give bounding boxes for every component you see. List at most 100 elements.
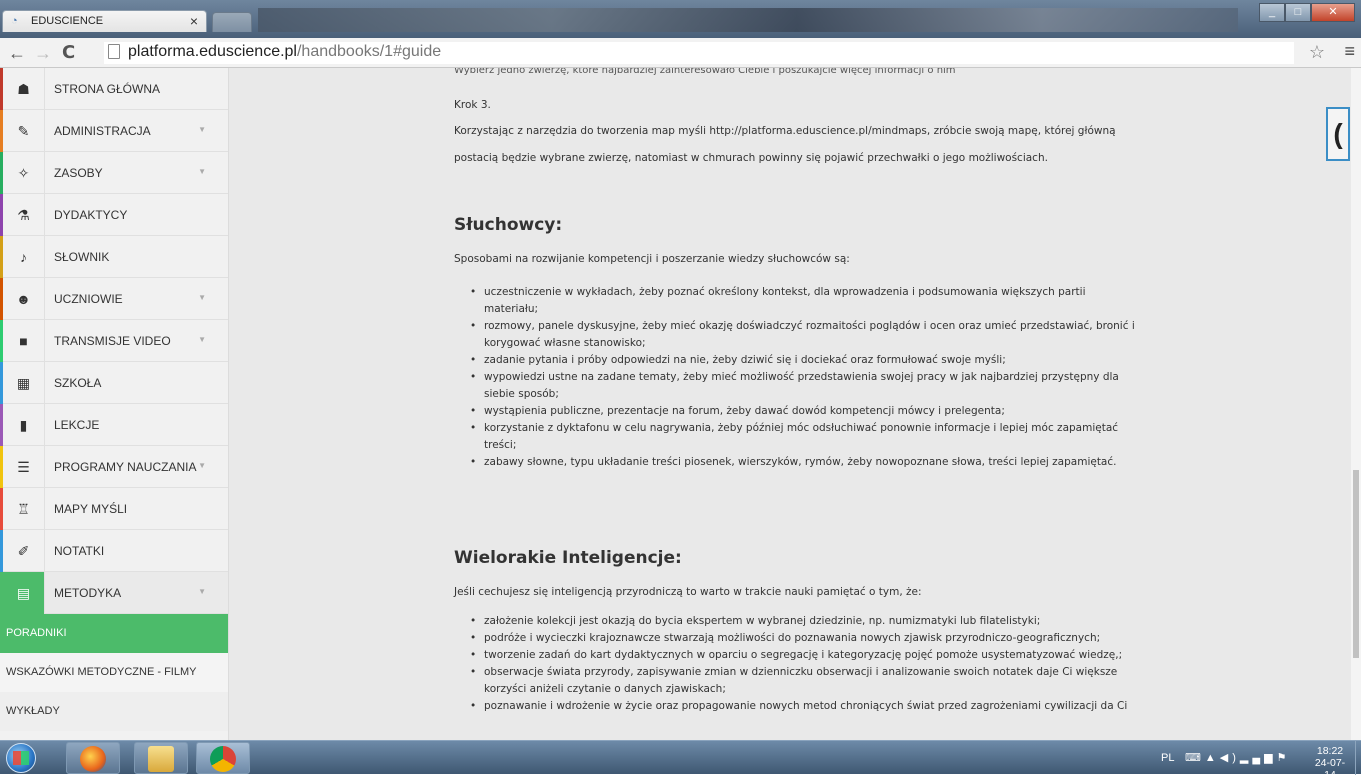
phone-call-icon[interactable]: ( xyxy=(1326,107,1350,161)
sidebar-item-label: ZASOBY xyxy=(54,166,103,180)
bookmark-star-icon[interactable]: ☆ xyxy=(1309,42,1325,63)
sidebar-item-zasoby[interactable]: ✧ ZASOBY ▼ xyxy=(0,152,228,194)
book-open-icon: ▤ xyxy=(3,572,45,614)
sidebar-item-słownik[interactable]: ♪ SŁOWNIK xyxy=(0,236,228,278)
scrollbar-thumb[interactable] xyxy=(1353,470,1359,658)
windows-logo-icon xyxy=(13,751,29,765)
heading-sluchowcy: Słuchowcy: xyxy=(454,215,563,235)
window-controls: _ □ ✕ xyxy=(1259,3,1355,22)
back-button[interactable]: ← xyxy=(8,43,26,63)
list-sluchowcy: uczestniczenie w wykładach, żeby poznać … xyxy=(468,284,1135,471)
tab-title: EDUSCIENCE xyxy=(31,15,104,27)
clock[interactable]: 18:22 24-07-14 xyxy=(1309,745,1351,781)
page-icon xyxy=(108,44,120,59)
list-item: korzyści aniżeli czytanie o danych zjawi… xyxy=(484,683,726,695)
url-path: /handbooks/1#guide xyxy=(296,43,442,60)
sidebar-item-mapy-myśli[interactable]: ♖ MAPY MYŚLI xyxy=(0,488,228,530)
reload-button[interactable]: C xyxy=(62,43,75,63)
submenu-item[interactable]: WSKAZÓWKI METODYCZNE - FILMY xyxy=(0,653,228,692)
list-item: tworzenie zadań do kart dydaktycznych w … xyxy=(468,647,1127,664)
minimize-button[interactable]: _ xyxy=(1259,3,1285,22)
chevron-down-icon: ▼ xyxy=(198,335,206,344)
submenu-item[interactable]: PORADNIKI xyxy=(0,614,228,653)
sidebar-submenu: PORADNIKI WSKAZÓWKI METODYCZNE - FILMY WYK… xyxy=(0,614,228,731)
sidebar-item-szkoła[interactable]: ▦ SZKOŁA xyxy=(0,362,228,404)
show-desktop-button[interactable] xyxy=(1355,741,1361,775)
start-button[interactable] xyxy=(6,743,36,773)
browser-tab[interactable]: ◔ EDUSCIENCE × xyxy=(2,10,207,32)
sidebar-item-transmisje-video[interactable]: ■ TRANSMISJE VIDEO ▼ xyxy=(0,320,228,362)
list-inteligencje: założenie kolekcji jest okazją do bycia … xyxy=(468,613,1127,715)
sidebar-item-label: NOTATKI xyxy=(54,544,105,558)
sidebar-item-label: SŁOWNIK xyxy=(54,250,110,264)
sitemap-icon: ♖ xyxy=(3,488,45,530)
tab-close-button[interactable]: × xyxy=(190,13,198,29)
users-icon: ☻ xyxy=(3,278,45,320)
sidebar-item-label: SZKOŁA xyxy=(54,376,102,390)
magic-wand-icon: ✧ xyxy=(3,152,45,194)
list-item: wystąpienia publiczne, prezentacje na fo… xyxy=(468,403,1135,420)
submenu-item[interactable]: WYKŁADY xyxy=(0,692,228,731)
page-scrollbar[interactable] xyxy=(1351,68,1361,740)
list-item: rozmowy, panele dyskusyjne, żeby mieć ok… xyxy=(468,318,1135,335)
taskbar: PL ⌨▲◀)▂▄▆⚑ 18:22 24-07-14 xyxy=(0,740,1361,781)
home-icon: ☗ xyxy=(3,68,45,110)
chrome-taskbar-button[interactable] xyxy=(196,742,250,774)
sidebar-item-metodyka[interactable]: ▤ METODYKA ▼ xyxy=(0,572,228,614)
list-item: obserwacje świata przyrody, zapisywanie … xyxy=(468,664,1127,681)
close-window-button[interactable]: ✕ xyxy=(1311,3,1355,22)
maximize-button[interactable]: □ xyxy=(1285,3,1311,22)
list-item: materiału; xyxy=(484,303,539,315)
url-text: platforma.eduscience.pl/handbooks/1#guid… xyxy=(128,43,441,61)
sidebar-item-programy-nauczania[interactable]: ☰ PROGRAMY NAUCZANIA ▼ xyxy=(0,446,228,488)
sidebar-item-lekcje[interactable]: ▮ LEKCJE xyxy=(0,404,228,446)
sidebar-item-notatki[interactable]: ✐ NOTATKI xyxy=(0,530,228,572)
list-item: korygować własne stanowisko; xyxy=(484,337,646,349)
list-item: wypowiedzi ustne na zadane tematy, żeby … xyxy=(468,369,1135,386)
list-item: treści; xyxy=(484,439,517,451)
menu-icon[interactable]: ≡ xyxy=(1344,41,1355,62)
firefox-taskbar-button[interactable] xyxy=(66,742,120,774)
action-center-icon[interactable]: ⚑ xyxy=(1277,752,1291,764)
keyboard-icon[interactable]: ⌨ xyxy=(1185,752,1205,764)
sidebar-item-label: STRONA GŁÓWNA xyxy=(54,82,161,96)
microphone-icon: ♪ xyxy=(3,236,45,278)
explorer-taskbar-button[interactable] xyxy=(134,742,188,774)
list-icon: ☰ xyxy=(3,446,45,488)
main-content: Wybierz jedno zwierzę, które najbardziej… xyxy=(230,68,1351,740)
sidebar-item-strona-główna[interactable]: ☗ STRONA GŁÓWNA xyxy=(0,68,228,110)
tray-icons: ⌨▲◀)▂▄▆⚑ xyxy=(1185,751,1291,764)
sidebar-item-label: MAPY MYŚLI xyxy=(54,502,128,516)
address-bar[interactable]: platforma.eduscience.pl/handbooks/1#guid… xyxy=(104,42,1294,64)
sidebar-item-administracja[interactable]: ✎ ADMINISTRACJA ▼ xyxy=(0,110,228,152)
list-item: zabawy słowne, typu układanie treści pio… xyxy=(468,454,1135,471)
new-tab-button[interactable] xyxy=(212,12,252,32)
sidebar-item-dydaktycy[interactable]: ⚗ DYDAKTYCY xyxy=(0,194,228,236)
show-hidden-icons[interactable]: ▲ xyxy=(1205,752,1220,764)
sidebar-item-label: TRANSMISJE VIDEO xyxy=(54,334,171,348)
page: ☗ STRONA GŁÓWNA ✎ ADMINISTRACJA ▼ ✧ ZASOBY ▼ ⚗ DY… xyxy=(0,68,1361,740)
volume-icon[interactable]: ◀) xyxy=(1220,752,1240,764)
sidebar-item-label: UCZNIOWIE xyxy=(54,292,123,306)
network-signal-icon[interactable]: ▂▄▆ xyxy=(1240,752,1277,764)
sidebar-item-label: ADMINISTRACJA xyxy=(54,124,151,138)
chrome-icon xyxy=(210,746,236,772)
chevron-down-icon: ▼ xyxy=(198,587,206,596)
language-indicator[interactable]: PL xyxy=(1161,752,1174,764)
building-icon: ▦ xyxy=(3,362,45,404)
browser-toolbar: ← → C platforma.eduscience.pl/handbooks/… xyxy=(0,38,1361,68)
intro-sluchowcy: Sposobami na rozwijanie kompetencji i po… xyxy=(454,253,850,265)
sidebar-nav: ☗ STRONA GŁÓWNA ✎ ADMINISTRACJA ▼ ✧ ZASOBY ▼ ⚗ DY… xyxy=(0,68,228,614)
system-tray: PL ⌨▲◀)▂▄▆⚑ 18:22 24-07-14 xyxy=(1161,745,1351,781)
list-item: zadanie pytania i próby odpowiedzi na ni… xyxy=(468,352,1135,369)
wrench-icon: ✎ xyxy=(3,110,45,152)
heading-inteligencje: Wielorakie Inteligencje: xyxy=(454,548,682,568)
krok-label: Krok 3. xyxy=(454,99,491,111)
folder-icon xyxy=(148,746,174,772)
list-item: siebie sposób; xyxy=(484,388,559,400)
forward-button[interactable]: → xyxy=(34,43,52,63)
pencil-icon: ✐ xyxy=(3,530,45,572)
list-item: założenie kolekcji jest okazją do bycia … xyxy=(468,613,1127,630)
sidebar-item-uczniowie[interactable]: ☻ UCZNIOWIE ▼ xyxy=(0,278,228,320)
clock-time: 18:22 xyxy=(1316,745,1344,757)
